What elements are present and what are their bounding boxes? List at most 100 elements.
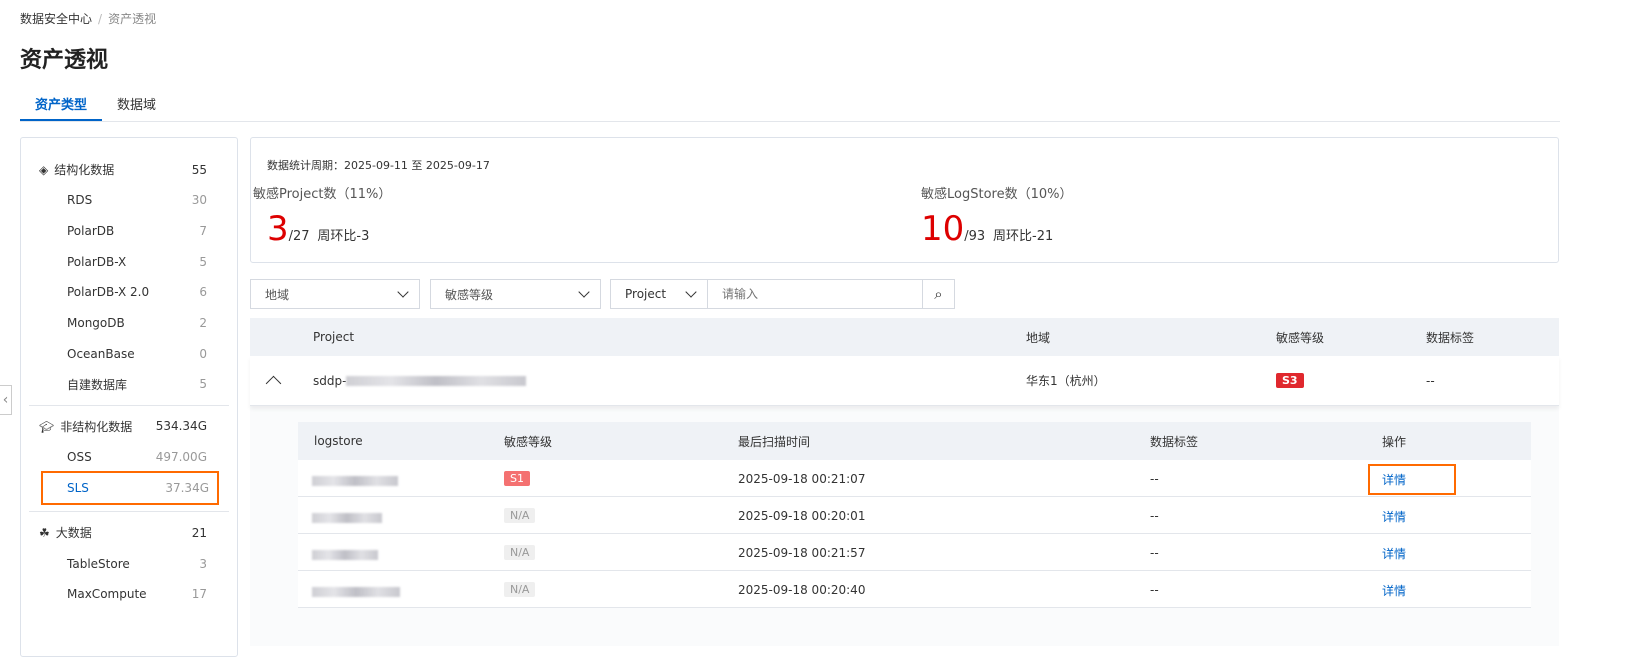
sidebar-item-oceanbase[interactable]: OceanBase 0 [21,338,237,369]
divider [29,404,229,406]
layers-icon: ◈ [39,163,49,177]
logstore-name [312,547,378,561]
tags-value: -- [1426,373,1435,388]
sidebar-item-maxcompute[interactable]: MaxCompute 17 [21,579,237,610]
table-header: Project 地域 敏感等级 数据标签 [250,318,1559,356]
expanded-panel: logstore 敏感等级 最后扫描时间 数据标签 操作 S1 2025-09-… [250,406,1559,646]
asset-sidebar: ◈ 结构化数据 55 RDS 30 PolarDB 7 PolarDB-X 5 PolarDB-… [20,137,238,657]
col-logstore: logstore [314,434,363,448]
item-label: OceanBase [67,346,135,361]
col-project: Project [313,330,355,344]
sidebar-group-structured[interactable]: ◈ 结构化数据 55 [21,154,237,185]
sidebar-item-polardb-x[interactable]: PolarDB-X 5 [21,246,237,277]
sidebar-item-polardb[interactable]: PolarDB 7 [21,216,237,247]
item-count: 30 [191,193,207,208]
item-count: 0 [199,346,207,361]
level-badge: S1 [504,471,530,486]
sidebar-item-oss[interactable]: OSS 497.00G [21,442,237,473]
divider [29,511,229,513]
sidebar-item-sls[interactable]: SLS 37.34G [41,470,219,506]
item-count: 17 [191,587,207,602]
sensitive-logstore-label: 敏感LogStore数（10%） [921,187,1073,202]
chevron-down-icon [397,286,409,298]
stats-period: 数据统计周期：2025-09-11 至 2025-09-17 [267,159,490,172]
item-count: 7 [199,224,207,239]
group-label: 大数据 [55,526,92,541]
chevron-up-icon[interactable] [265,375,282,392]
search-button[interactable]: ⌕ [922,279,955,309]
details-link[interactable]: 详情 [1370,503,1418,530]
sidebar-item--[interactable]: 自建数据库 5 [21,369,237,400]
group-label: 非结构化数据 [60,419,133,434]
col-scan-time: 最后扫描时间 [738,434,811,449]
col-tags: 数据标签 [1150,434,1199,449]
search-type-select[interactable]: Project [610,279,708,309]
item-label: SLS [67,480,89,495]
table-row: S1 2025-09-18 00:21:07 -- 详情 [298,460,1531,497]
sub-table-header: logstore 敏感等级 最后扫描时间 数据标签 操作 [298,422,1531,460]
item-count: 6 [199,285,207,300]
group-label: 结构化数据 [54,163,115,177]
scan-time: 2025-09-18 00:21:57 [738,546,866,560]
select-label: 敏感等级 [445,287,494,302]
sidebar-group-bigdata[interactable]: ☘ 大数据 21 [21,517,237,548]
stat-total: /93 [964,229,986,244]
logstore-name [312,510,382,524]
tags-value: -- [1150,509,1159,523]
sidebar-item-rds[interactable]: RDS 30 [21,185,237,216]
details-link[interactable]: 详情 [1370,540,1418,567]
group-count: 55 [191,162,207,177]
search-input[interactable] [707,279,923,309]
col-level: 敏感等级 [1276,330,1325,345]
stat-total: /27 [288,229,310,244]
details-link[interactable]: 详情 [1370,577,1418,604]
cubes-icon: ☘ [39,526,50,541]
item-label: MongoDB [67,316,125,331]
page-title: 资产透视 [20,48,109,73]
project-name: sddp- [313,374,527,388]
collapse-sidebar-button[interactable]: ‹ [0,385,12,415]
group-count: 21 [191,525,207,540]
item-label: PolarDB-X [67,254,127,269]
col-tags: 数据标签 [1426,330,1475,345]
sidebar-item-polardb-x-2-0[interactable]: PolarDB-X 2.0 6 [21,277,237,308]
level-badge: N/A [504,508,536,523]
logstore-name [312,584,400,598]
level-select[interactable]: 敏感等级 [430,279,601,309]
item-count: 2 [199,316,207,331]
tab-asset-type[interactable]: 资产类型 [20,86,103,121]
project-table: Project 地域 敏感等级 数据标签 sddp- 华东1（杭州） S3 --… [250,318,1559,646]
tags-value: -- [1150,583,1159,597]
tags-value: -- [1150,472,1159,486]
table-row[interactable]: sddp- 华东1（杭州） S3 -- [250,356,1559,406]
item-count: 497.00G [155,450,207,465]
sidebar-group-unstructured[interactable]: 🎓︎ 非结构化数据 534.34G [21,411,237,442]
chevron-down-icon [685,286,697,298]
scan-time: 2025-09-18 00:20:40 [738,583,866,597]
table-row: N/A 2025-09-18 00:20:01 -- 详情 [298,497,1531,534]
region-value: 华东1（杭州） [1026,374,1106,388]
stats-card: 数据统计周期：2025-09-11 至 2025-09-17 敏感Project… [250,137,1559,263]
select-label: 地域 [265,287,290,302]
sensitive-project-label: 敏感Project数（11%） [253,187,392,202]
graduation-cap-icon: 🎓︎ [39,419,55,434]
item-label: RDS [67,193,93,208]
region-select[interactable]: 地域 [250,279,420,309]
stat-value: 3 [267,209,289,249]
tags-value: -- [1150,546,1159,560]
stat-wow: 周环比-21 [993,229,1054,244]
tab-data-domain[interactable]: 数据域 [102,86,171,121]
breadcrumb-root[interactable]: 数据安全中心 [20,12,92,26]
item-label: TableStore [67,556,130,571]
stat-wow: 周环比-3 [317,229,370,244]
group-count: 534.34G [155,419,207,434]
sidebar-item-mongodb[interactable]: MongoDB 2 [21,308,237,339]
sidebar-item-tablestore[interactable]: TableStore 3 [21,548,237,579]
scan-time: 2025-09-18 00:20:01 [738,509,866,523]
breadcrumb: 数据安全中心 / 资产透视 [20,12,157,26]
details-link[interactable]: 详情 [1368,464,1456,495]
table-row: N/A 2025-09-18 00:21:57 -- 详情 [298,534,1531,571]
item-label: OSS [67,450,92,465]
col-region: 地域 [1026,330,1051,345]
item-label: PolarDB-X 2.0 [67,285,150,300]
